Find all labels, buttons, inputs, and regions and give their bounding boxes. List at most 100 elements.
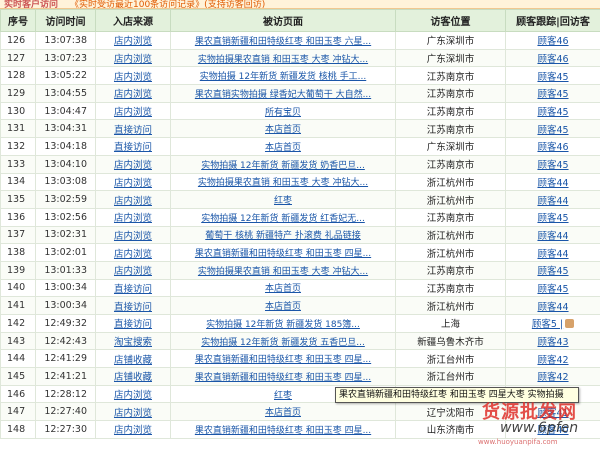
visit-source-link[interactable]: 店内浏览 — [114, 160, 152, 171]
customer-track[interactable]: 顾客46 — [505, 137, 600, 156]
visit-source-link[interactable]: 店内浏览 — [114, 89, 152, 100]
visit-source[interactable]: 直接访问 — [95, 119, 171, 139]
visit-source-link[interactable]: 店内浏览 — [114, 249, 152, 260]
customer-track[interactable]: 顾客5 | — [505, 314, 600, 333]
customer-track-link[interactable]: 顾客45 — [537, 69, 568, 83]
visited-page[interactable]: 实物拍摄 12年新货 新疆发货 奶香巴旦... — [170, 154, 396, 174]
customer-track-link[interactable]: 顾客45 — [537, 281, 568, 295]
customer-track[interactable]: 顾客42 — [505, 367, 600, 386]
visited-page-link[interactable]: 本店首页 — [265, 302, 301, 312]
customer-track-link[interactable]: 顾客46 — [537, 139, 568, 153]
visited-page-link[interactable]: 葡萄干 核桃 新疆特产 扑滚费 礼品链接 — [205, 231, 360, 241]
customer-track-link[interactable]: 顾客43 — [537, 334, 568, 348]
customer-track[interactable]: 顾客45 — [505, 207, 600, 227]
visited-page-link[interactable]: 果农直销实物拍摄 绿香妃大葡萄干 大自然... — [195, 90, 371, 100]
visit-source[interactable]: 店内浏览 — [95, 384, 171, 404]
customer-track-link[interactable]: 顾客46 — [537, 33, 568, 47]
visited-page[interactable]: 本店首页 — [170, 296, 396, 315]
visit-source[interactable]: 直接访问 — [95, 314, 171, 333]
visited-page-link[interactable]: 果农直销新疆和田特级红枣 和田玉枣 四星... — [195, 249, 371, 259]
visited-page-link[interactable]: 实物拍摄 12年新货 新疆发货 奶香巴旦... — [201, 161, 365, 171]
visit-source-link[interactable]: 店铺收藏 — [114, 372, 152, 383]
visit-source-link[interactable]: 店内浏览 — [114, 425, 152, 436]
visited-page[interactable]: 实物拍摄果农直销 和田玉枣 大枣 冲钻大... — [170, 172, 396, 192]
visit-source[interactable]: 店铺收藏 — [95, 349, 171, 369]
visit-source[interactable]: 店内浏览 — [95, 66, 171, 86]
customer-track[interactable]: 顾客44 — [505, 225, 600, 245]
customer-track[interactable]: 顾客45 — [505, 101, 600, 121]
customer-track-link[interactable]: 顾客45 — [537, 157, 568, 171]
visit-source[interactable]: 店内浏览 — [95, 101, 171, 121]
customer-track-link[interactable]: 顾客44 — [537, 175, 568, 189]
customer-track[interactable]: 顾客43 — [505, 331, 600, 351]
customer-track-link[interactable]: 顾客45 — [537, 122, 568, 136]
visited-page-link[interactable]: 所有宝贝 — [265, 108, 301, 118]
visited-page[interactable]: 实物拍摄 12年新货 新疆发货 185簿... — [170, 314, 396, 333]
visit-source[interactable]: 直接访问 — [95, 296, 171, 315]
visit-source[interactable]: 店内浏览 — [95, 48, 171, 68]
customer-track[interactable]: 顾客45 — [505, 154, 600, 174]
visited-page-link[interactable]: 实物拍摄 12年新货 新疆发货 核桃 手工... — [200, 72, 366, 82]
customer-track-link[interactable]: 顾客45 — [537, 104, 568, 118]
visited-page-link[interactable]: 实物拍摄果农直销 和田玉枣 大枣 冲钻大... — [198, 55, 368, 65]
customer-track-link[interactable]: 顾客42 — [537, 369, 568, 383]
visit-source-link[interactable]: 店内浏览 — [114, 408, 152, 419]
visited-page-link[interactable]: 果农直销新疆和田特级红枣 和田玉枣 四星... — [195, 426, 371, 436]
customer-track-link[interactable]: 顾客44 — [537, 193, 568, 207]
visit-source[interactable]: 店铺收藏 — [95, 367, 171, 386]
visit-source-link[interactable]: 直接访问 — [114, 302, 152, 313]
visit-source[interactable]: 店内浏览 — [95, 190, 171, 209]
visited-page[interactable]: 本店首页 — [170, 119, 396, 139]
visit-source[interactable]: 店内浏览 — [95, 260, 171, 280]
visit-source[interactable]: 店内浏览 — [95, 225, 171, 245]
visited-page-link[interactable]: 果农直销新疆和田特级红枣 和田玉枣 四星... — [195, 355, 371, 365]
customer-track[interactable]: 顾客46 — [505, 48, 600, 68]
visited-page[interactable]: 实物拍摄果农直销 和田玉枣 大枣 冲钻大... — [170, 48, 396, 68]
customer-track-link[interactable]: 顾客5 | — [532, 316, 563, 330]
visit-source-link[interactable]: 店内浏览 — [114, 107, 152, 118]
visit-source-link[interactable]: 店内浏览 — [114, 196, 152, 207]
visit-source[interactable]: 直接访问 — [95, 137, 171, 156]
customer-track[interactable]: 顾客44 — [505, 296, 600, 315]
visited-page[interactable]: 果农直销新疆和田特级红枣 和田玉枣 四星... — [170, 420, 396, 439]
visited-page[interactable]: 果农直销新疆和田特级红枣 和田玉枣 四星... — [170, 367, 396, 386]
visited-page-link[interactable]: 实物拍摄 12年新货 新疆发货 185簿... — [206, 320, 360, 330]
visit-source-link[interactable]: 直接访问 — [114, 125, 152, 136]
visit-source-link[interactable]: 直接访问 — [114, 319, 152, 330]
visited-page-link[interactable]: 红枣 — [274, 196, 292, 206]
visit-source-link[interactable]: 店内浏览 — [114, 54, 152, 65]
visited-page[interactable]: 红枣 — [170, 190, 396, 209]
visited-page-link[interactable]: 果农直销新疆和田特级红枣 和田玉枣 六星... — [195, 37, 371, 47]
visited-page-link[interactable]: 实物拍摄 12年新货 新疆发货 红香妃无... — [201, 214, 365, 224]
visit-source[interactable]: 店内浏览 — [95, 172, 171, 192]
customer-track[interactable]: 顾客44 — [505, 172, 600, 192]
customer-track-link[interactable]: 顾客46 — [537, 51, 568, 65]
visit-source[interactable]: 店内浏览 — [95, 84, 171, 103]
customer-track[interactable]: 顾客45 — [505, 66, 600, 86]
customer-track-link[interactable]: 顾客44 — [537, 228, 568, 242]
visit-source-link[interactable]: 直接访问 — [114, 142, 152, 153]
visited-page[interactable]: 葡萄干 核桃 新疆特产 扑滚费 礼品链接 — [170, 225, 396, 245]
visited-page[interactable]: 果农直销实物拍摄 绿香妃大葡萄干 大自然... — [170, 84, 396, 103]
customer-track-link[interactable]: 顾客44 — [537, 246, 568, 260]
visited-page[interactable]: 实物拍摄 12年新货 新疆发货 核桃 手工... — [170, 66, 396, 86]
visit-source[interactable]: 店内浏览 — [95, 154, 171, 174]
visit-source-link[interactable]: 店内浏览 — [114, 36, 152, 47]
visited-page[interactable]: 所有宝贝 — [170, 101, 396, 121]
visit-source-link[interactable]: 店内浏览 — [114, 390, 152, 401]
visited-page[interactable]: 果农直销新疆和田特级红枣 和田玉枣 四星... — [170, 243, 396, 262]
visited-page-link[interactable]: 果农直销新疆和田特级红枣 和田玉枣 四星... — [195, 373, 371, 383]
customer-track[interactable]: 顾客45 — [505, 278, 600, 298]
visit-source[interactable]: 直接访问 — [95, 278, 171, 298]
visit-source-link[interactable]: 淘宝搜索 — [114, 337, 152, 348]
visited-page-link[interactable]: 本店首页 — [265, 125, 301, 135]
visited-page[interactable]: 实物拍摄 12年新货 新疆发货 五香巴旦... — [170, 331, 396, 351]
visited-page[interactable]: 本店首页 — [170, 402, 396, 422]
visit-source[interactable]: 店内浏览 — [95, 420, 171, 439]
visit-source-link[interactable]: 直接访问 — [114, 284, 152, 295]
visit-source-link[interactable]: 店内浏览 — [114, 266, 152, 277]
visit-source-link[interactable]: 店内浏览 — [114, 72, 152, 83]
visited-page[interactable]: 果农直销新疆和田特级红枣 和田玉枣 四星... — [170, 349, 396, 369]
visited-page[interactable]: 本店首页 — [170, 278, 396, 298]
visit-source[interactable]: 店内浏览 — [95, 402, 171, 422]
